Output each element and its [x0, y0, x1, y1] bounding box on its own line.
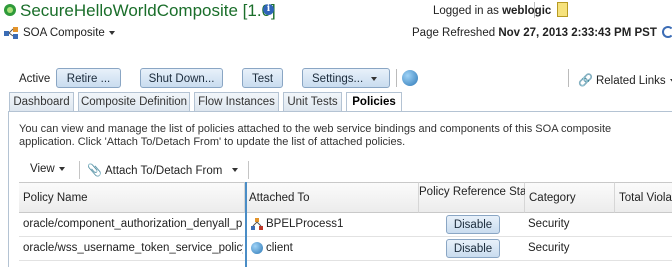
- title-bar: SecureHelloWorldComposite [1.0] i Logged…: [0, 0, 672, 24]
- tab-composite-definition[interactable]: Composite Definition: [78, 92, 190, 111]
- page-title: SecureHelloWorldComposite [1.0]: [20, 1, 276, 20]
- column-header-label: Policy Reference Status: [419, 186, 542, 198]
- attached-to-label: client: [266, 242, 293, 254]
- divider: [79, 161, 80, 179]
- policies-table: Policy Name Attached To Policy Reference…: [19, 182, 672, 267]
- document-icon[interactable]: [557, 2, 568, 17]
- context-bar: SOA Composite Page Refreshed Nov 27, 201…: [0, 22, 672, 44]
- composite-toolbar: Active Retire ... Shut Down... Test Sett…: [0, 67, 672, 91]
- chevron-down-icon: [108, 30, 115, 35]
- settings-menu-button[interactable]: Settings...: [302, 68, 390, 88]
- page-refreshed-time: Nov 27, 2013 2:33:43 PM PST: [498, 27, 657, 39]
- paperclip-icon: 📎: [87, 163, 102, 177]
- chevron-down-icon[interactable]: [232, 168, 238, 172]
- column-header-label: Attached To: [249, 192, 310, 204]
- view-menu[interactable]: View: [30, 163, 65, 175]
- tab-dashboard[interactable]: Dashboard: [9, 92, 74, 111]
- divider: [568, 69, 569, 87]
- page-refreshed-prefix: Page Refreshed: [412, 27, 496, 39]
- soa-composite-menu-label: SOA Composite: [23, 27, 105, 39]
- related-links-menu[interactable]: 🔗 Related Links: [578, 73, 672, 87]
- attached-to-cell[interactable]: client: [251, 237, 293, 260]
- column-header-policy-name[interactable]: Policy Name: [19, 182, 245, 213]
- table-row[interactable]: oracle/component_authorization_denyall_p…: [19, 213, 672, 237]
- soa-composite-icon: [4, 27, 18, 39]
- settings-label: Settings...: [312, 73, 364, 85]
- disable-button[interactable]: Disable: [446, 215, 500, 234]
- policy-name-cell: oracle/wss_username_token_service_policy: [23, 242, 243, 254]
- shutdown-button[interactable]: Shut Down...: [140, 68, 223, 88]
- attached-to-label: BPELProcess1: [266, 218, 344, 230]
- service-globe-icon: [251, 241, 263, 254]
- category-cell: Security: [528, 242, 570, 254]
- attached-to-cell[interactable]: BPELProcess1: [251, 213, 343, 236]
- column-header-label: Total Viola: [619, 192, 672, 204]
- tab-flow-instances[interactable]: Flow Instances: [194, 92, 279, 111]
- composite-state-label: Active: [19, 73, 51, 85]
- refresh-icon[interactable]: [662, 26, 672, 38]
- column-header-category[interactable]: Category: [525, 182, 615, 213]
- policies-description: You can view and manage the list of poli…: [19, 123, 612, 148]
- web-service-globe-icon[interactable]: [402, 70, 418, 86]
- divider: [396, 69, 397, 87]
- category-cell: Security: [528, 218, 570, 230]
- chevron-down-icon: [371, 76, 378, 81]
- view-menu-label: View: [30, 163, 55, 175]
- bpel-process-icon: [251, 217, 263, 230]
- policy-name-cell: oracle/component_authorization_denyall_p…: [23, 218, 243, 230]
- info-icon[interactable]: i: [263, 4, 274, 15]
- retire-button[interactable]: Retire ...: [56, 68, 121, 88]
- chevron-down-icon: [58, 166, 65, 171]
- tab-bar: Dashboard Composite Definition Flow Inst…: [0, 92, 672, 112]
- column-header-status[interactable]: Policy Reference Status: [419, 182, 542, 213]
- divider: [534, 2, 535, 18]
- disable-button[interactable]: Disable: [446, 239, 500, 258]
- column-header-attached-to[interactable]: Attached To: [245, 182, 419, 213]
- tab-unit-tests[interactable]: Unit Tests: [283, 92, 342, 111]
- policies-table-toolbar: View 📎 Attach To/Detach From: [19, 158, 672, 182]
- attach-detach-button[interactable]: 📎 Attach To/Detach From: [87, 163, 222, 177]
- link-icon: 🔗: [578, 73, 593, 87]
- logged-in-prefix: Logged in as: [433, 5, 499, 17]
- tab-policies[interactable]: Policies: [346, 92, 402, 112]
- username: weblogic: [502, 5, 552, 17]
- column-resize-handle[interactable]: [245, 182, 247, 267]
- attach-detach-label: Attach To/Detach From: [104, 165, 223, 177]
- test-button[interactable]: Test: [242, 68, 283, 88]
- column-header-violations[interactable]: Total Viola: [615, 182, 672, 213]
- page-refreshed-text: Page Refreshed Nov 27, 2013 2:33:43 PM P…: [412, 27, 657, 39]
- composite-app-icon: [4, 4, 16, 16]
- divider: [248, 161, 249, 179]
- table-row[interactable]: oracle/wss_username_token_service_policy…: [19, 237, 672, 261]
- column-header-label: Category: [529, 192, 576, 204]
- related-links-label: Related Links: [595, 75, 666, 87]
- column-header-label: Policy Name: [23, 192, 88, 204]
- soa-composite-menu[interactable]: SOA Composite: [23, 27, 115, 39]
